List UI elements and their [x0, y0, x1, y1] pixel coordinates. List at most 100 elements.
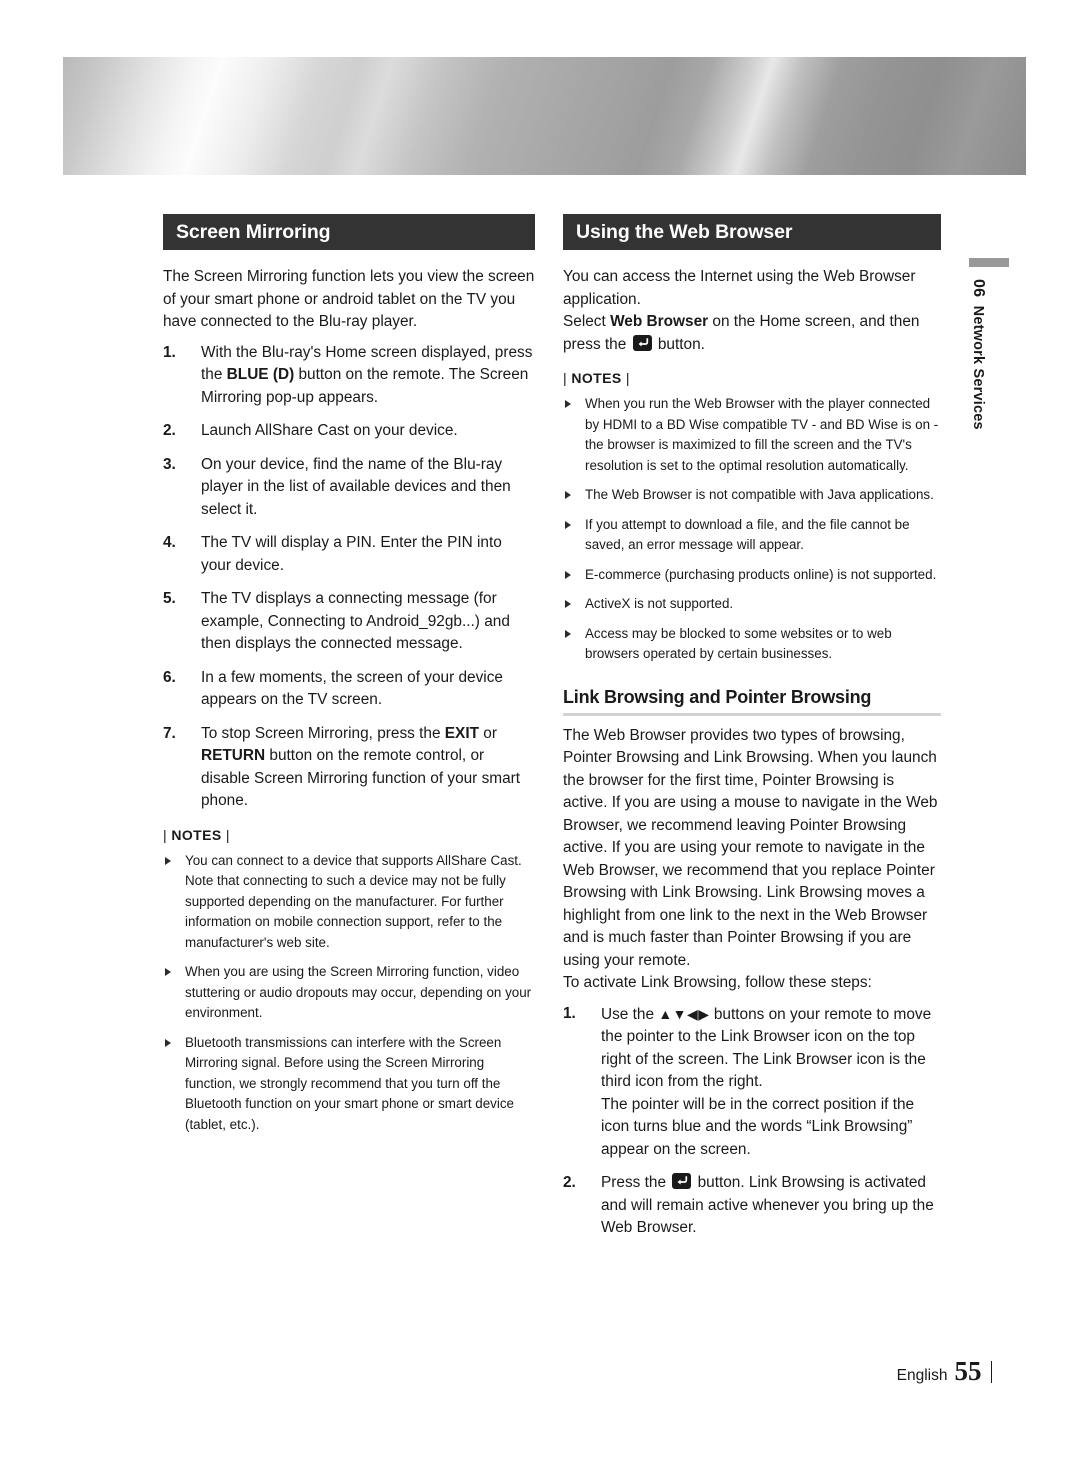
chapter-side-tab: 06 Network Services [963, 258, 1009, 430]
right-column: Using the Web Browser You can access the… [563, 214, 941, 1251]
note-text: The Web Browser is not compatible with J… [585, 487, 934, 502]
step-text: The TV displays a connecting message (fo… [201, 590, 510, 652]
bullet-triangle-icon [165, 968, 171, 976]
web-browser-intro: You can access the Internet using the We… [563, 268, 916, 308]
link-browsing-body: The Web Browser provides two types of br… [563, 726, 938, 969]
subsection-rule [563, 712, 941, 716]
link-browsing-steps: 1. Use the ▲▼◀▶ buttons on your remote to… [563, 1003, 941, 1240]
note-text: Access may be blocked to some websites o… [585, 625, 892, 662]
step-number: 3. [163, 455, 176, 473]
note-text: You can connect to a device that support… [185, 852, 522, 950]
page-banner-image [63, 57, 1026, 175]
web-browser-notes: When you run the Web Browser with the pl… [563, 394, 941, 665]
note-item: When you run the Web Browser with the pl… [563, 394, 941, 476]
chapter-tab-bar [969, 258, 1009, 267]
step-number: 1. [163, 343, 176, 361]
step-text: Select [563, 313, 611, 330]
manual-page: Screen Mirroring The Screen Mirroring fu… [0, 0, 1080, 1477]
step-number: 2. [163, 422, 176, 439]
screen-mirroring-steps: 1. With the Blu-ray's Home screen display… [163, 342, 535, 813]
step-item: 2. Launch AllShare Cast on your device. [163, 420, 535, 443]
step-item: 4. The TV will display a PIN. Enter the P… [163, 532, 535, 577]
step-body: With the Blu-ray's Home screen displayed… [201, 344, 532, 406]
step-text: Launch AllShare Cast on your device. [201, 422, 458, 439]
step-text: In a few moments, the screen of your dev… [201, 668, 503, 709]
step-text: or [479, 724, 497, 742]
chapter-tab-text: 06 Network Services [969, 279, 987, 430]
note-text: When you run the Web Browser with the pl… [585, 396, 939, 473]
step-item: 1. Use the ▲▼◀▶ buttons on your remote to… [563, 1003, 941, 1162]
step-number: 6. [163, 668, 176, 686]
step-item: 7. To stop Screen Mirroring, press the EX… [163, 723, 535, 813]
step-text: On your device, find the name of the Blu… [201, 455, 511, 518]
notes-label-text: NOTES [571, 370, 622, 386]
notes-label-text: NOTES [171, 826, 222, 843]
step-body: The TV will display a PIN. Enter the PIN… [201, 534, 502, 574]
note-text: If you attempt to download a file, and t… [585, 516, 910, 553]
bullet-triangle-icon [165, 856, 171, 865]
step-item: 5. The TV displays a connecting message (… [163, 588, 535, 656]
note-item: E-commerce (purchasing products online) … [563, 565, 941, 586]
step-item: 3. On your device, find the name of the B… [163, 454, 535, 522]
link-browsing-lead: To activate Link Browsing, follow these … [563, 974, 872, 991]
note-item: When you are using the Screen Mirroring … [163, 962, 535, 1024]
bullet-triangle-icon [165, 1038, 171, 1047]
step-body: Launch AllShare Cast on your device. [201, 422, 458, 439]
footer-end-rule [990, 1361, 992, 1383]
step-number: 5. [163, 590, 176, 607]
footer-page-number: 55 [954, 1356, 982, 1386]
step-body: Use the ▲▼◀▶ buttons on your remote to m… [601, 1006, 931, 1158]
step-text: The TV will display a PIN. Enter the PIN… [201, 534, 502, 574]
note-item: If you attempt to download a file, and t… [563, 515, 941, 556]
page-footer: English 55 [897, 1358, 992, 1385]
web-browser-select-line: Select Web Browser on the Home screen, a… [563, 311, 941, 356]
arrow-buttons-icon: ▲▼◀▶ [658, 1005, 710, 1022]
note-text: Bluetooth transmissions can interfere wi… [185, 1034, 514, 1132]
chapter-number: 06 [970, 279, 987, 298]
bullet-triangle-icon [565, 491, 571, 499]
screen-mirroring-notes: You can connect to a device that support… [163, 851, 535, 1136]
bullet-triangle-icon [565, 570, 571, 579]
step-number: 7. [163, 724, 176, 742]
step-item: 1. With the Blu-ray's Home screen display… [163, 342, 535, 410]
step-body: On your device, find the name of the Blu… [201, 456, 511, 518]
bullet-triangle-icon [565, 400, 571, 408]
footer-language: English [896, 1367, 948, 1384]
step-text: button. [653, 335, 705, 353]
step-number: 4. [163, 534, 176, 551]
left-column: Screen Mirroring The Screen Mirroring fu… [163, 214, 535, 1144]
note-text: E-commerce (purchasing products online) … [585, 566, 937, 582]
step-body: The TV displays a connecting message (fo… [201, 590, 510, 652]
emphasis-text: BLUE (D) [226, 366, 295, 383]
subsection-title-link-pointer-browsing: Link Browsing and Pointer Browsing [563, 686, 872, 707]
note-item: The Web Browser is not compatible with J… [563, 485, 941, 506]
note-item: Access may be blocked to some websites o… [563, 624, 941, 665]
enter-button-icon [672, 1173, 692, 1189]
note-item: ActiveX is not supported. [563, 594, 941, 615]
screen-mirroring-intro: The Screen Mirroring function lets you v… [163, 268, 535, 330]
step-item: 2. Press the button. Link Browsing is act… [563, 1172, 941, 1240]
bullet-triangle-icon [565, 629, 571, 638]
bullet-triangle-icon [565, 600, 571, 608]
step-item: 6. In a few moments, the screen of your d… [163, 667, 535, 712]
section-title-screen-mirroring: Screen Mirroring [163, 214, 535, 250]
step-body: Press the button. Link Browsing is activ… [601, 1173, 934, 1236]
note-item: You can connect to a device that support… [163, 851, 535, 954]
emphasis-text: EXIT [444, 724, 480, 742]
emphasis-text: Web Browser [610, 313, 709, 330]
step-body: In a few moments, the screen of your dev… [201, 669, 503, 709]
emphasis-text: RETURN [201, 747, 266, 764]
note-text: ActiveX is not supported. [585, 596, 734, 611]
notes-label-right: | NOTES | [563, 370, 630, 386]
note-text: When you are using the Screen Mirroring … [185, 964, 532, 1020]
bullet-triangle-icon [565, 520, 571, 529]
step-number: 1. [563, 1004, 576, 1022]
step-number: 2. [563, 1174, 576, 1191]
section-title-using-web-browser: Using the Web Browser [563, 214, 941, 250]
chapter-title: Network Services [970, 305, 986, 430]
step-text: Press the [601, 1174, 671, 1191]
step-text: Use the [601, 1005, 659, 1023]
enter-button-icon [632, 334, 652, 351]
note-item: Bluetooth transmissions can interfere wi… [163, 1033, 535, 1136]
step-text: The pointer will be in the correct posit… [601, 1095, 915, 1158]
